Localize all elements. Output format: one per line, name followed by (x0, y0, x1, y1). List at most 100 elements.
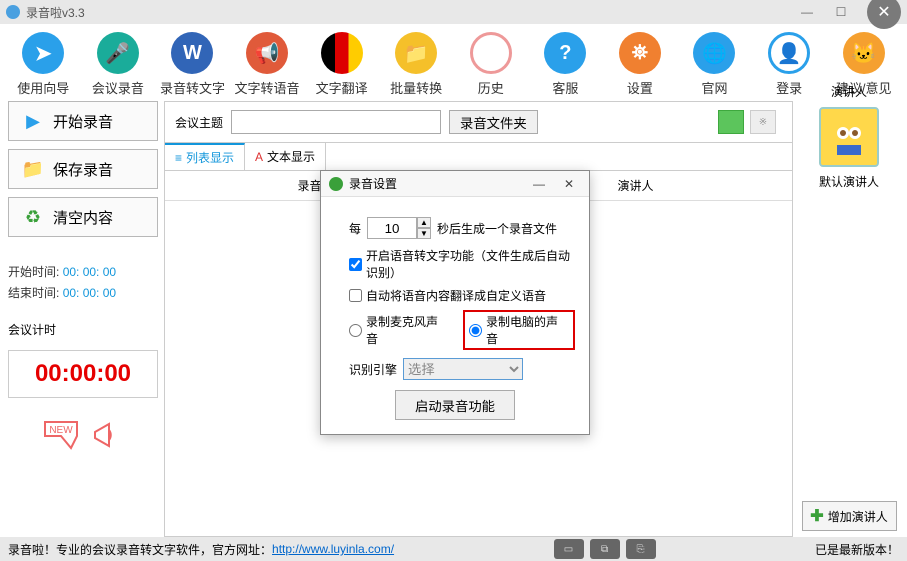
big-button-label: 开始录音 (53, 111, 113, 132)
big-button-0[interactable]: ▶ 开始录音 (8, 101, 158, 141)
big-button-icon: 📁 (21, 157, 45, 181)
meeting-topic-input[interactable] (231, 110, 441, 134)
record-mic-label: 录制麦克风声音 (366, 313, 449, 347)
auto-translate-checkbox[interactable] (349, 289, 362, 302)
view-toggle: ※ (718, 110, 776, 134)
auto-translate-label: 自动将语音内容翻译成自定义语音 (366, 287, 546, 304)
maximize-button[interactable]: ☐ (827, 2, 855, 22)
toolbar-item-5[interactable]: 📁 批量转换 (383, 32, 450, 97)
big-button-icon: ▶ (21, 109, 45, 133)
toolbar-icon: 🌐 (693, 32, 735, 74)
toggle-on[interactable] (718, 110, 744, 134)
toolbar-icon: ⛯ (619, 32, 661, 74)
big-button-label: 保存录音 (53, 159, 113, 180)
enable-transcription-checkbox[interactable] (349, 258, 362, 271)
tab-icon: ≡ (175, 151, 182, 165)
toggle-off[interactable]: ※ (750, 110, 776, 134)
megaphone-icon[interactable] (91, 420, 125, 450)
left-extras: NEW (8, 414, 158, 456)
every-label: 每 (349, 220, 361, 237)
app-logo-icon (6, 5, 20, 19)
record-mic-radio[interactable] (349, 324, 362, 337)
toolbar-icon: ➤ (22, 32, 64, 74)
big-button-1[interactable]: 📁 保存录音 (8, 149, 158, 189)
toolbar-icon (321, 32, 363, 74)
record-computer-label: 录制电脑的声音 (486, 313, 569, 347)
toolbar-label: 登录 (776, 78, 802, 97)
toolbar-icon: ↺ (470, 32, 512, 74)
toolbar-item-8[interactable]: ⛯ 设置 (607, 32, 674, 97)
toolbar-label: 录音转文字 (160, 78, 225, 97)
svg-text:NEW: NEW (49, 425, 73, 436)
status-link[interactable]: http://www.luyinla.com/ (272, 542, 394, 556)
tab-bar: ≡列表显示 A 文本显示 (165, 142, 792, 171)
main-toolbar: ➤ 使用向导 🎤 会议录音 W 录音转文字 📢文字转语音文字翻译 📁 批量转换 ↺历史?客服 ⛯ 设置… (0, 24, 907, 101)
dialog-close-button[interactable]: ✕ (557, 177, 581, 191)
toolbar-item-3[interactable]: 📢文字转语音 (234, 32, 301, 97)
add-speaker-button[interactable]: ✚ 增加演讲人 (802, 501, 897, 531)
toolbar-item-7[interactable]: ?客服 (532, 32, 599, 97)
dialog-icon (329, 177, 343, 191)
big-button-icon: ♻ (21, 205, 45, 229)
default-speaker-label: 默认演讲人 (819, 173, 879, 190)
recording-settings-dialog: 录音设置 — ✕ 每 ▲ ▼ 秒后生成一个录音文件 开启语音转文字功能（文件生成… (320, 170, 590, 435)
toolbar-icon: 🎤 (97, 32, 139, 74)
engine-label: 识别引擎 (349, 361, 397, 378)
speaker-section-label: 演讲人 (831, 83, 867, 100)
start-time-value: 00: 00: 00 (63, 265, 116, 279)
minimize-button[interactable]: — (793, 2, 821, 22)
seconds-spinner: ▲ ▼ (367, 217, 431, 239)
speaker-avatar[interactable] (819, 107, 879, 167)
tab-1[interactable]: A 文本显示 (245, 143, 326, 170)
status-bar: 录音啦！专业的会议录音转文字软件，官方网址： http://www.luyinl… (0, 537, 907, 561)
big-button-2[interactable]: ♻清空内容 (8, 197, 158, 237)
toolbar-item-4[interactable]: 文字翻译 (308, 32, 375, 97)
tab-icon: A (255, 150, 263, 164)
tab-label: 文本显示 (267, 148, 315, 165)
dialog-title: 录音设置 (349, 175, 521, 192)
toolbar-label: 批量转换 (390, 78, 442, 97)
toolbar-item-2[interactable]: W 录音转文字 (159, 32, 226, 97)
window-title: 录音啦v3.3 (26, 4, 787, 21)
new-badge-icon[interactable]: NEW (41, 420, 81, 450)
toolbar-item-9[interactable]: 🌐 官网 (681, 32, 748, 97)
toolbar-item-0[interactable]: ➤ 使用向导 (10, 32, 77, 97)
dialog-body: 每 ▲ ▼ 秒后生成一个录音文件 开启语音转文字功能（文件生成后自动识别） 自动… (321, 197, 589, 434)
toolbar-label: 会议录音 (92, 78, 144, 97)
toolbar-label: 官网 (701, 78, 727, 97)
seconds-input[interactable] (367, 217, 417, 239)
toolbar-icon: 🐱 (843, 32, 885, 74)
meeting-timer-label: 会议计时 (8, 321, 158, 338)
start-recording-button[interactable]: 启动录音功能 (395, 390, 515, 420)
spinner-up-button[interactable]: ▲ (417, 217, 431, 228)
toolbar-icon: W (171, 32, 213, 74)
toolbar-item-6[interactable]: ↺历史 (457, 32, 524, 97)
record-computer-option[interactable]: 录制电脑的声音 (469, 313, 569, 347)
tab-0[interactable]: ≡列表显示 (165, 143, 245, 170)
dialog-minimize-button[interactable]: — (527, 177, 551, 191)
toolbar-label: 使用向导 (17, 78, 69, 97)
end-time-label: 结束时间: (8, 286, 59, 300)
spinner-down-button[interactable]: ▼ (417, 228, 431, 239)
toolbar-item-1[interactable]: 🎤 会议录音 (85, 32, 152, 97)
main-panel-header: 会议主题 录音文件夹 ※ (165, 102, 792, 142)
engine-select[interactable]: 选择 (403, 358, 523, 380)
meeting-topic-label: 会议主题 (175, 114, 223, 131)
status-icon-3[interactable]: ⎘ (626, 539, 656, 559)
after-label: 秒后生成一个录音文件 (437, 220, 557, 237)
highlighted-option: 录制电脑的声音 (463, 310, 575, 350)
toolbar-item-10[interactable]: 👤 登录 (756, 32, 823, 97)
toolbar-icon: 👤 (768, 32, 810, 74)
toolbar-icon: 📁 (395, 32, 437, 74)
status-icon-2[interactable]: ⧉ (590, 539, 620, 559)
status-icon-1[interactable]: ▭ (554, 539, 584, 559)
time-section: 开始时间: 00: 00: 00 结束时间: 00: 00: 00 (8, 259, 158, 305)
end-time-value: 00: 00: 00 (63, 286, 116, 300)
toolbar-label: 设置 (627, 78, 653, 97)
toolbar-label: 文字翻译 (316, 78, 368, 97)
toolbar-icon: ? (544, 32, 586, 74)
record-mic-option[interactable]: 录制麦克风声音 (349, 313, 449, 347)
status-text: 录音啦！专业的会议录音转文字软件，官方网址： (8, 541, 272, 558)
record-computer-radio[interactable] (469, 324, 482, 337)
recording-folder-button[interactable]: 录音文件夹 (449, 110, 538, 134)
